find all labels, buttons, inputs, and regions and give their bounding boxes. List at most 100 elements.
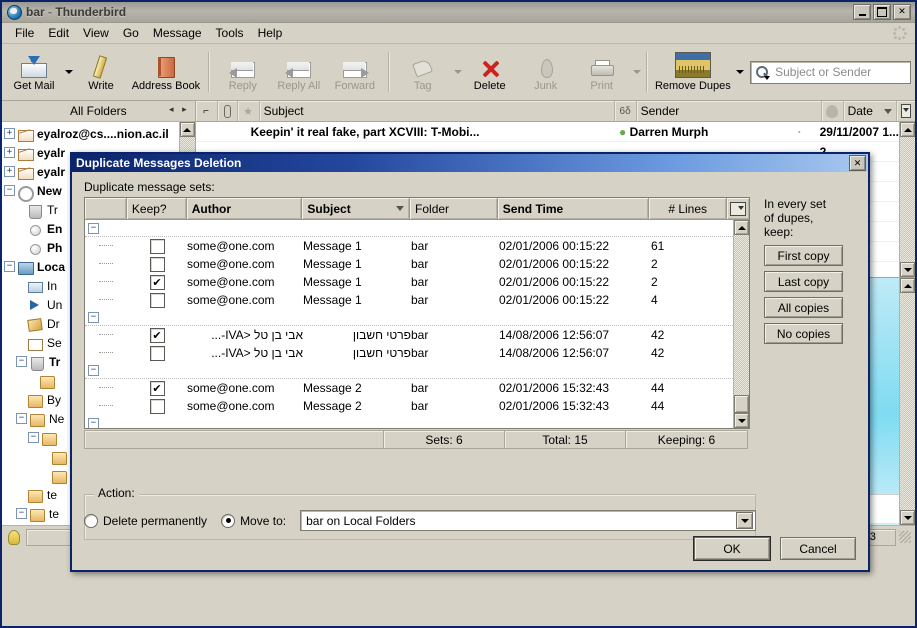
twisty-icon[interactable]: −	[4, 261, 15, 272]
twisty-icon[interactable]: +	[4, 128, 15, 139]
keep-checkbox[interactable]	[127, 345, 187, 361]
grid-body[interactable]: − some@one.com Message 1 bar 02/01/2006 …	[85, 220, 749, 428]
column-picker-button[interactable]	[897, 101, 915, 121]
scroll-up-button[interactable]	[734, 220, 749, 235]
move-to-label[interactable]: Move to:	[240, 514, 286, 528]
first-copy-button[interactable]: First copy	[764, 245, 843, 266]
toolbar-button-write[interactable]: Write	[73, 45, 129, 99]
grid-column-keep[interactable]: Keep?	[126, 198, 187, 219]
scroll-down-button[interactable]	[734, 413, 749, 428]
menu-item-help[interactable]: Help	[251, 24, 290, 42]
twisty-icon[interactable]: +	[4, 166, 15, 177]
toolbar-button-remove-dupes[interactable]: Remove Dupes	[653, 45, 734, 99]
maximize-button[interactable]	[873, 4, 891, 20]
column-subject[interactable]: Subject	[260, 101, 615, 121]
column-thread[interactable]: ⌐	[196, 101, 218, 121]
keep-checkbox[interactable]: ✔	[127, 327, 187, 343]
grid-row-1-1[interactable]: אבי בן טל <AVI-... פרטי חשבון bar 14/08/…	[85, 344, 733, 362]
menu-item-edit[interactable]: Edit	[41, 24, 76, 42]
group-header-2[interactable]: −	[85, 362, 733, 379]
toolbar-button-forward[interactable]: Forward	[327, 45, 383, 99]
move-target-dropdown[interactable]: bar on Local Folders	[300, 510, 756, 531]
menu-item-go[interactable]: Go	[116, 24, 146, 42]
grid-row-0-0[interactable]: some@one.com Message 1 bar 02/01/2006 00…	[85, 237, 733, 255]
folder-row-0[interactable]: + eyalroz@cs....nion.ac.il	[4, 124, 179, 143]
twisty-icon[interactable]: −	[16, 508, 27, 519]
move-to-radio[interactable]	[221, 513, 236, 528]
scroll-up-button[interactable]	[179, 122, 195, 137]
delete-permanently-radio[interactable]	[84, 513, 98, 528]
scrollbar-thumb[interactable]	[734, 395, 749, 413]
grid-row-2-0[interactable]: ✔ some@one.com Message 2 bar 02/01/2006 …	[85, 379, 733, 397]
grid-row-2-1[interactable]: some@one.com Message 2 bar 02/01/2006 15…	[85, 397, 733, 415]
twisty-icon[interactable]: −	[4, 185, 15, 196]
grid-column-lines[interactable]: # Lines	[649, 198, 728, 219]
ok-button[interactable]: OK	[694, 537, 770, 560]
twisty-icon[interactable]: −	[16, 413, 27, 424]
toolbar-button-address-book[interactable]: Address Book	[129, 45, 203, 99]
grid-column-subject[interactable]: Subject	[302, 198, 411, 219]
toolbar-button-get-mail[interactable]: Get Mail	[6, 45, 62, 99]
menu-item-message[interactable]: Message	[146, 24, 209, 42]
scroll-down-button[interactable]	[900, 510, 915, 525]
menu-item-file[interactable]: File	[8, 24, 41, 42]
folder-pane-header[interactable]: All Folders ◂ ▸	[2, 101, 195, 122]
group-header-3[interactable]: −	[85, 415, 733, 428]
dropdown-button[interactable]	[736, 512, 753, 529]
keep-checkbox[interactable]	[127, 256, 187, 272]
twisty-icon[interactable]: −	[28, 432, 39, 443]
cancel-button[interactable]: Cancel	[780, 537, 856, 560]
column-date[interactable]: Date	[844, 101, 897, 121]
toolbar-button-print[interactable]: Print	[574, 45, 630, 99]
toolbar-button-reply[interactable]: Reply	[215, 45, 271, 99]
grid-row-0-2[interactable]: ✔ some@one.com Message 1 bar 02/01/2006 …	[85, 273, 733, 291]
column-read[interactable]: 6δ	[615, 101, 637, 121]
grid-column-tree[interactable]	[85, 198, 127, 219]
all-copies-button[interactable]: All copies	[764, 297, 843, 318]
scroll-up-button[interactable]	[900, 122, 915, 137]
grid-column-picker-button[interactable]	[727, 198, 749, 219]
menu-item-view[interactable]: View	[76, 24, 116, 42]
group-header-0[interactable]: −	[85, 220, 733, 237]
no-copies-button[interactable]: No copies	[764, 323, 843, 344]
column-attachment[interactable]	[218, 101, 238, 121]
grid-column-folder[interactable]: Folder	[410, 198, 498, 219]
twisty-icon[interactable]: −	[88, 222, 99, 234]
print-dropdown-icon[interactable]	[632, 70, 641, 74]
scroll-down-button[interactable]	[900, 262, 915, 277]
toolbar-button-reply-all[interactable]: Reply All	[271, 45, 327, 99]
twisty-icon[interactable]: −	[88, 364, 99, 376]
delete-permanently-label[interactable]: Delete permanently	[103, 514, 207, 528]
scroll-up-button[interactable]	[900, 278, 915, 293]
search-input[interactable]: Subject or Sender	[750, 60, 911, 84]
keep-checkbox[interactable]	[127, 398, 187, 414]
tag-dropdown-icon[interactable]	[453, 70, 462, 74]
grid-row-0-3[interactable]: some@one.com Message 1 bar 02/01/2006 00…	[85, 291, 733, 309]
reading-pane-scrollbar[interactable]	[899, 278, 915, 525]
minimize-button[interactable]	[853, 4, 871, 20]
grid-scrollbar[interactable]	[733, 220, 749, 428]
column-sender[interactable]: Sender	[637, 101, 822, 121]
keep-checkbox[interactable]: ✔	[127, 380, 187, 396]
scrollbar-track[interactable]	[900, 137, 915, 262]
message-list-scrollbar[interactable]	[899, 122, 915, 277]
grid-row-0-1[interactable]: some@one.com Message 1 bar 02/01/2006 00…	[85, 255, 733, 273]
close-button[interactable]: ✕	[893, 4, 911, 20]
scrollbar-track[interactable]	[734, 235, 749, 395]
twisty-icon[interactable]: −	[88, 311, 99, 323]
keep-checkbox[interactable]	[127, 238, 187, 254]
column-starred[interactable]: ★	[238, 101, 260, 121]
group-header-1[interactable]: −	[85, 309, 733, 326]
toolbar-button-tag[interactable]: Tag	[395, 45, 451, 99]
menu-item-tools[interactable]: Tools	[209, 24, 251, 42]
dialog-close-button[interactable]: ✕	[849, 155, 866, 171]
keep-checkbox[interactable]: ✔	[127, 274, 187, 290]
message-row-0[interactable]: Keepin' it real fake, part XCVIII: T-Mob…	[195, 122, 899, 142]
grid-row-1-0[interactable]: ✔ אבי בן טל <AVI-... פרטי חשבון bar 14/0…	[85, 326, 733, 344]
twisty-icon[interactable]: −	[88, 417, 99, 428]
remove-dupes-dropdown-icon[interactable]	[736, 70, 745, 74]
last-copy-button[interactable]: Last copy	[764, 271, 843, 292]
keep-checkbox[interactable]	[127, 292, 187, 308]
column-junk-status[interactable]	[822, 101, 844, 121]
scrollbar-track[interactable]	[900, 293, 915, 510]
